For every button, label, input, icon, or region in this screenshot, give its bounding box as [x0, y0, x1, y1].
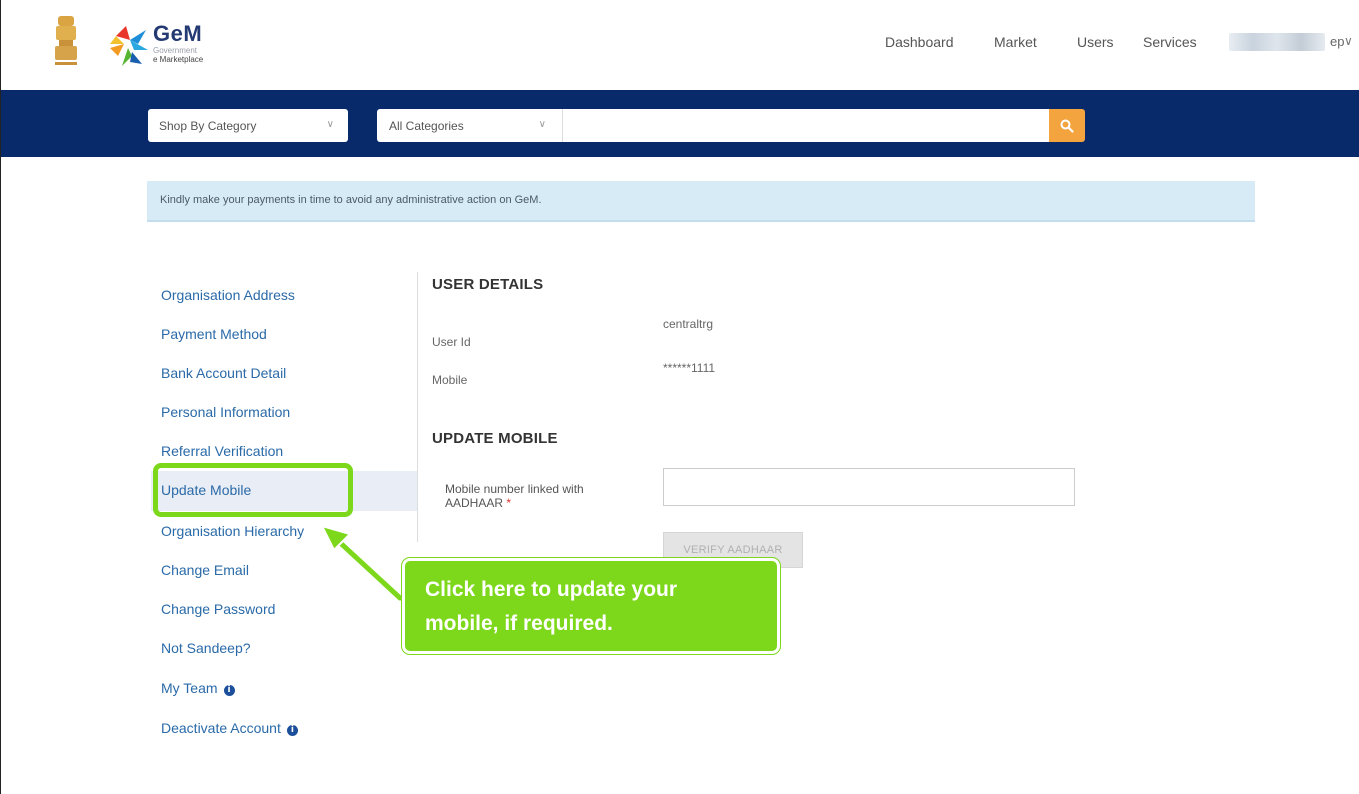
update-mobile-title: UPDATE MOBILE — [432, 430, 558, 447]
mobile-value: ******1111 — [663, 361, 716, 375]
search-button[interactable] — [1049, 109, 1085, 142]
required-mark: * — [506, 496, 512, 510]
update-mobile-highlight — [153, 463, 353, 517]
sidebar-divider — [417, 272, 418, 542]
callout-line-1: Click here to update your — [425, 578, 678, 601]
logo-title: GeM — [153, 21, 203, 46]
sidebar-item-change-password[interactable]: Change Password — [161, 601, 275, 617]
shop-by-category-label: Shop By Category — [159, 119, 257, 133]
nav-dashboard[interactable]: Dashboard — [885, 34, 954, 50]
mobile-label: Mobile — [432, 373, 468, 387]
sidebar-item-change-email[interactable]: Change Email — [161, 562, 249, 578]
all-categories-label: All Categories — [389, 119, 464, 133]
mobile-aadhaar-label: Mobile number linked with AADHAAR * — [445, 482, 635, 510]
info-icon[interactable]: i — [223, 685, 235, 696]
gem-logo-icon[interactable] — [106, 22, 150, 72]
sidebar-item-organisation-hierarchy[interactable]: Organisation Hierarchy — [161, 523, 304, 539]
sidebar-item-referral-verification[interactable]: Referral Verification — [161, 443, 283, 459]
chevron-down-icon: ∨ — [326, 119, 334, 130]
sidebar-item-not-sandeep[interactable]: Not Sandeep? — [161, 640, 251, 656]
sidebar-item-bank-account-detail[interactable]: Bank Account Detail — [161, 365, 286, 381]
site-header: GeM Government e Marketplace Dashboard M… — [1, 0, 1359, 90]
user-name-blurred[interactable] — [1229, 33, 1325, 51]
search-bar: Shop By Category ∨ All Categories ∨ — [1, 90, 1359, 157]
sidebar-item-organisation-address[interactable]: Organisation Address — [161, 287, 295, 303]
sidebar-item-payment-method[interactable]: Payment Method — [161, 326, 267, 342]
chevron-down-icon[interactable]: ∨ — [1344, 34, 1353, 48]
user-id-label: User Id — [432, 335, 471, 349]
search-icon — [1060, 119, 1074, 133]
sidebar-item-personal-information[interactable]: Personal Information — [161, 404, 290, 420]
mobile-aadhaar-label-text: Mobile number linked with AADHAAR — [445, 482, 584, 510]
callout-line-2: mobile, if required. — [425, 612, 613, 635]
shop-by-category-dropdown[interactable]: Shop By Category ∨ — [148, 109, 348, 142]
national-emblem-icon — [55, 16, 77, 65]
logo-subtitle-2: e Marketplace — [153, 55, 204, 64]
search-input[interactable] — [563, 109, 1049, 142]
sidebar-item-deactivate-account[interactable]: Deactivate Account i — [161, 720, 298, 736]
nav-market[interactable]: Market — [994, 34, 1037, 50]
mobile-aadhaar-input[interactable] — [663, 468, 1075, 506]
all-categories-dropdown[interactable]: All Categories ∨ — [377, 109, 563, 142]
chevron-down-icon: ∨ — [538, 119, 546, 130]
user-id-value: centraltrg — [663, 317, 714, 331]
logo-subtitle: Government — [153, 46, 198, 55]
update-mobile-callout: Click here to update your mobile, if req… — [401, 557, 781, 655]
sidebar-item-label: My Team — [161, 680, 218, 696]
info-icon[interactable]: i — [286, 725, 298, 736]
user-name-suffix[interactable]: ep — [1330, 34, 1344, 49]
sidebar-item-label: Deactivate Account — [161, 720, 281, 736]
nav-users[interactable]: Users — [1077, 34, 1114, 50]
user-details-title: USER DETAILS — [432, 276, 544, 293]
gem-logo-text: GeM Government e Marketplace — [153, 21, 204, 65]
payment-alert: Kindly make your payments in time to avo… — [147, 181, 1255, 222]
nav-services[interactable]: Services — [1143, 34, 1197, 50]
sidebar-item-my-team[interactable]: My Team i — [161, 680, 235, 696]
